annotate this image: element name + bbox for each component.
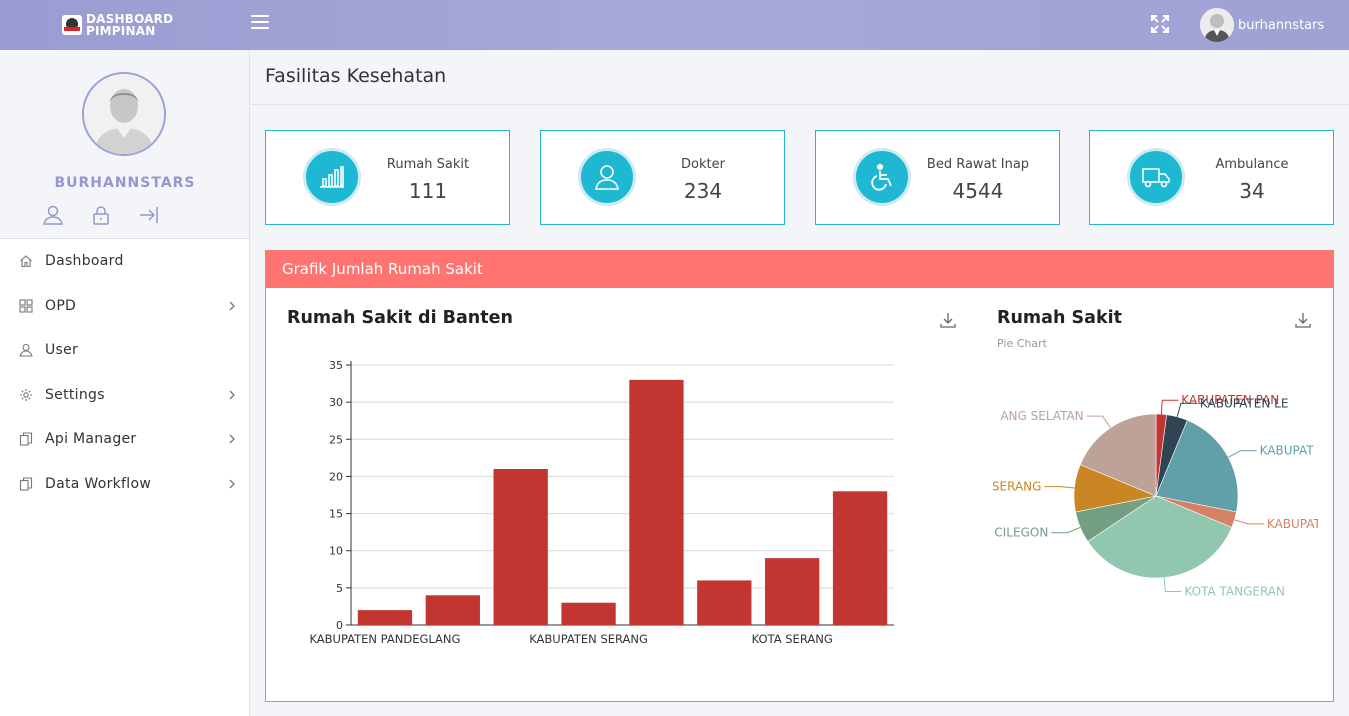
bar[interactable] xyxy=(357,610,413,625)
fullscreen-icon[interactable] xyxy=(1149,13,1171,35)
brand-mascot-icon xyxy=(62,15,82,35)
chevron-right-icon xyxy=(227,477,237,491)
user-icon xyxy=(19,343,33,357)
sidebar-username: BURHANNSTARS xyxy=(54,175,196,191)
pie-label-line xyxy=(1044,486,1075,489)
chevron-right-icon xyxy=(227,299,237,313)
pie-label: KABUPAT xyxy=(1260,444,1315,458)
sidebar-item-label: Api Manager xyxy=(45,431,137,448)
profile-user-icon[interactable] xyxy=(42,204,64,226)
sidebar-profile: BURHANNSTARS xyxy=(0,50,249,239)
grid-icon xyxy=(19,299,33,313)
pie-label-line xyxy=(1163,577,1182,593)
bar[interactable] xyxy=(561,602,616,625)
pie-label: ANG SELATAN xyxy=(1000,409,1083,423)
y-tick-label: 35 xyxy=(329,359,343,372)
bar[interactable] xyxy=(832,491,888,625)
chevron-right-icon xyxy=(227,432,237,446)
pie-label-line xyxy=(1051,526,1081,534)
bar[interactable] xyxy=(493,469,548,625)
stat-card-bed-rawat-inap: Bed Rawat Inap 4544 xyxy=(815,130,1060,225)
x-tick-label: KABUPATEN PANDEGLANG xyxy=(309,632,460,646)
bar[interactable] xyxy=(629,379,684,625)
chevron-right-icon xyxy=(227,388,237,402)
bar-chart-icon xyxy=(303,148,361,206)
stat-card-dokter: Dokter 234 xyxy=(540,130,785,225)
copy-icon xyxy=(19,477,33,491)
stat-label: Dokter xyxy=(681,157,725,172)
brand-line2: PIMPINAN xyxy=(86,24,156,38)
top-navbar: DASHBOARD PIMPINAN burhannstars xyxy=(0,0,1349,50)
panel-title: Grafik Jumlah Rumah Sakit xyxy=(266,251,1333,288)
sidebar-item-data-workflow[interactable]: Data Workflow xyxy=(0,462,249,507)
bar-chart: 0 5 10 15 20 25 30 35 KABUPATEN PANDEGLANG KABUPA… xyxy=(309,359,894,646)
stat-value: 111 xyxy=(408,179,448,203)
download-icon[interactable] xyxy=(939,311,957,329)
sidebar-menu: Dashboard OPD User Settings Api Manager … xyxy=(0,239,249,506)
stat-value: 4544 xyxy=(952,179,1004,203)
y-tick-label: 25 xyxy=(329,433,343,446)
page-header: Fasilitas Kesehatan xyxy=(251,50,1349,105)
sidebar: BURHANNSTARS Dashboard OPD User Settings… xyxy=(0,50,250,716)
stat-value: 34 xyxy=(1239,179,1265,203)
pie-chart: KABUPATEN PANKABUPATEN LEKABUPATKABUPATK… xyxy=(993,393,1318,599)
copy-icon xyxy=(19,432,33,446)
pie-label: KOTA TANGERAN xyxy=(1184,585,1285,599)
menu-toggle-icon[interactable] xyxy=(251,15,269,31)
pie-chart-subtitle: Pie Chart xyxy=(997,337,1047,350)
y-tick-label: 30 xyxy=(329,396,343,409)
pie-label: KABUPATEN LE xyxy=(1200,396,1289,410)
sidebar-item-settings[interactable]: Settings xyxy=(0,373,249,418)
top-username: burhannstars xyxy=(1238,17,1325,33)
x-tick-label: KABUPATEN SERANG xyxy=(529,632,648,646)
y-tick-label: 0 xyxy=(336,619,343,632)
stat-label: Ambulance xyxy=(1215,157,1289,172)
avatar xyxy=(1200,8,1234,42)
pie-chart-title: Rumah Sakit xyxy=(997,308,1122,328)
stat-card-rumah-sakit: Rumah Sakit 111 xyxy=(265,130,510,225)
sidebar-item-api-manager[interactable]: Api Manager xyxy=(0,417,249,462)
x-tick-label: KOTA SERANG xyxy=(752,632,833,646)
lock-icon[interactable] xyxy=(90,204,112,226)
pie-label-line xyxy=(1160,399,1179,415)
download-icon[interactable] xyxy=(1294,311,1312,329)
pie-label: KABUPAT xyxy=(1267,517,1318,531)
bar-chart-title: Rumah Sakit di Banten xyxy=(287,308,513,328)
truck-icon xyxy=(1127,148,1185,206)
y-tick-label: 10 xyxy=(329,545,343,558)
bar[interactable] xyxy=(697,580,752,625)
pie-label: SERANG xyxy=(993,480,1041,494)
pie-label: CILEGON xyxy=(994,526,1048,540)
y-tick-label: 15 xyxy=(329,508,343,521)
brand-logo[interactable]: DASHBOARD PIMPINAN xyxy=(62,10,173,40)
wheelchair-icon xyxy=(853,148,911,206)
profile-avatar xyxy=(82,72,166,156)
sidebar-item-user[interactable]: User xyxy=(0,328,249,373)
y-tick-label: 5 xyxy=(336,582,343,595)
sidebar-item-label: Data Workflow xyxy=(45,475,152,492)
sidebar-item-label: Settings xyxy=(45,386,105,403)
pie-label-line xyxy=(1086,415,1111,429)
bar[interactable] xyxy=(425,595,480,625)
user-menu[interactable]: burhannstars xyxy=(1200,8,1324,42)
sidebar-item-opd[interactable]: OPD xyxy=(0,284,249,329)
stat-value: 234 xyxy=(683,179,723,203)
stat-card-ambulance: Ambulance 34 xyxy=(1089,130,1334,225)
pie-label-line xyxy=(1234,519,1264,525)
page-title: Fasilitas Kesehatan xyxy=(265,65,447,87)
sidebar-item-label: User xyxy=(45,342,79,359)
home-icon xyxy=(19,254,33,268)
sidebar-item-dashboard[interactable]: Dashboard xyxy=(0,239,249,284)
pie-label-line xyxy=(1228,450,1257,458)
sidebar-item-label: Dashboard xyxy=(45,253,124,270)
y-tick-label: 20 xyxy=(329,470,343,483)
chart-panel: Grafik Jumlah Rumah Sakit Rumah Sakit di… xyxy=(265,250,1334,702)
stat-label: Bed Rawat Inap xyxy=(926,157,1030,172)
stat-label: Rumah Sakit xyxy=(386,157,470,172)
logout-icon[interactable] xyxy=(138,204,160,226)
bar[interactable] xyxy=(765,558,820,625)
gear-icon xyxy=(19,388,33,402)
user-icon xyxy=(578,148,636,206)
sidebar-item-label: OPD xyxy=(45,297,77,314)
